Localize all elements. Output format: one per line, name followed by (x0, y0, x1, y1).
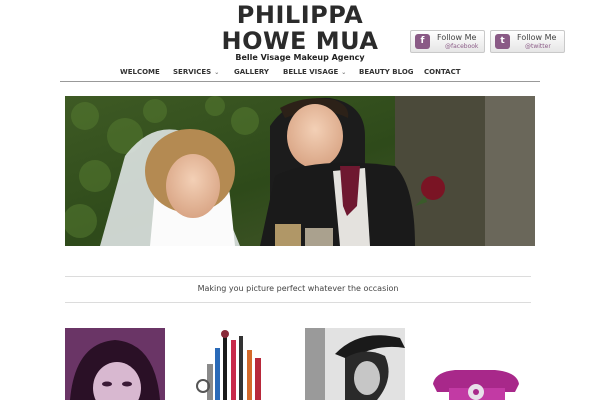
divider-top (65, 276, 531, 277)
hat-portrait-bw-image (305, 328, 405, 400)
chevron-down-icon: ⌄ (214, 69, 220, 76)
pink-telephone-image (425, 328, 525, 400)
divider-bottom (65, 302, 531, 303)
facebook-follow-label: Follow Me (437, 33, 477, 42)
twitter-follow-label: Follow Me (517, 33, 557, 42)
thumbnail-pink-telephone[interactable] (425, 328, 525, 400)
portrait-purple-image (65, 328, 165, 400)
nav-label: WELCOME (120, 68, 160, 76)
thumbnail-portrait-purple[interactable] (65, 328, 165, 400)
makeup-brushes-image (185, 328, 285, 400)
nav-item-welcome[interactable]: WELCOME (120, 68, 160, 76)
site-header: PHILIPPA HOWE MUA Belle Visage Makeup Ag… (0, 0, 600, 66)
nav-label: BEAUTY BLOG (359, 68, 414, 76)
nav-item-belle-visage[interactable]: BELLE VISAGE ⌄ (283, 68, 346, 76)
nav-label: SERVICES (173, 68, 212, 76)
thumbnail-hat-portrait-bw[interactable] (305, 328, 405, 400)
site-tagline: Belle Visage Makeup Agency (235, 53, 365, 62)
logo-line-1: PHILIPPA (236, 1, 364, 29)
twitter-handle: @twitter (525, 43, 551, 50)
nav-label: BELLE VISAGE (283, 68, 339, 76)
twitter-follow-button[interactable]: t Follow Me @twitter (490, 30, 565, 53)
hero-image (65, 96, 535, 246)
nav-item-contact[interactable]: CONTACT (424, 68, 461, 76)
site-slogan: Making you picture perfect whatever the … (197, 284, 399, 293)
nav-item-gallery[interactable]: GALLERY (234, 68, 269, 76)
twitter-icon: t (495, 34, 510, 49)
thumbnail-makeup-brushes[interactable] (185, 328, 285, 400)
nav-item-services[interactable]: SERVICES ⌄ (173, 68, 219, 76)
facebook-icon: f (415, 34, 430, 49)
site-logo[interactable]: PHILIPPA HOWE MUA (200, 2, 400, 54)
nav-label: GALLERY (234, 68, 269, 76)
wedding-couple-photo (65, 96, 535, 246)
nav-label: CONTACT (424, 68, 461, 76)
facebook-follow-button[interactable]: f Follow Me @facebook (410, 30, 485, 53)
main-nav: WELCOME SERVICES ⌄ GALLERY BELLE VISAGE ⌄ … (60, 64, 540, 82)
logo-line-2: HOWE MUA (221, 27, 379, 55)
chevron-down-icon: ⌄ (341, 69, 347, 76)
facebook-handle: @facebook (445, 43, 479, 50)
nav-item-beauty-blog[interactable]: BEAUTY BLOG (359, 68, 414, 76)
